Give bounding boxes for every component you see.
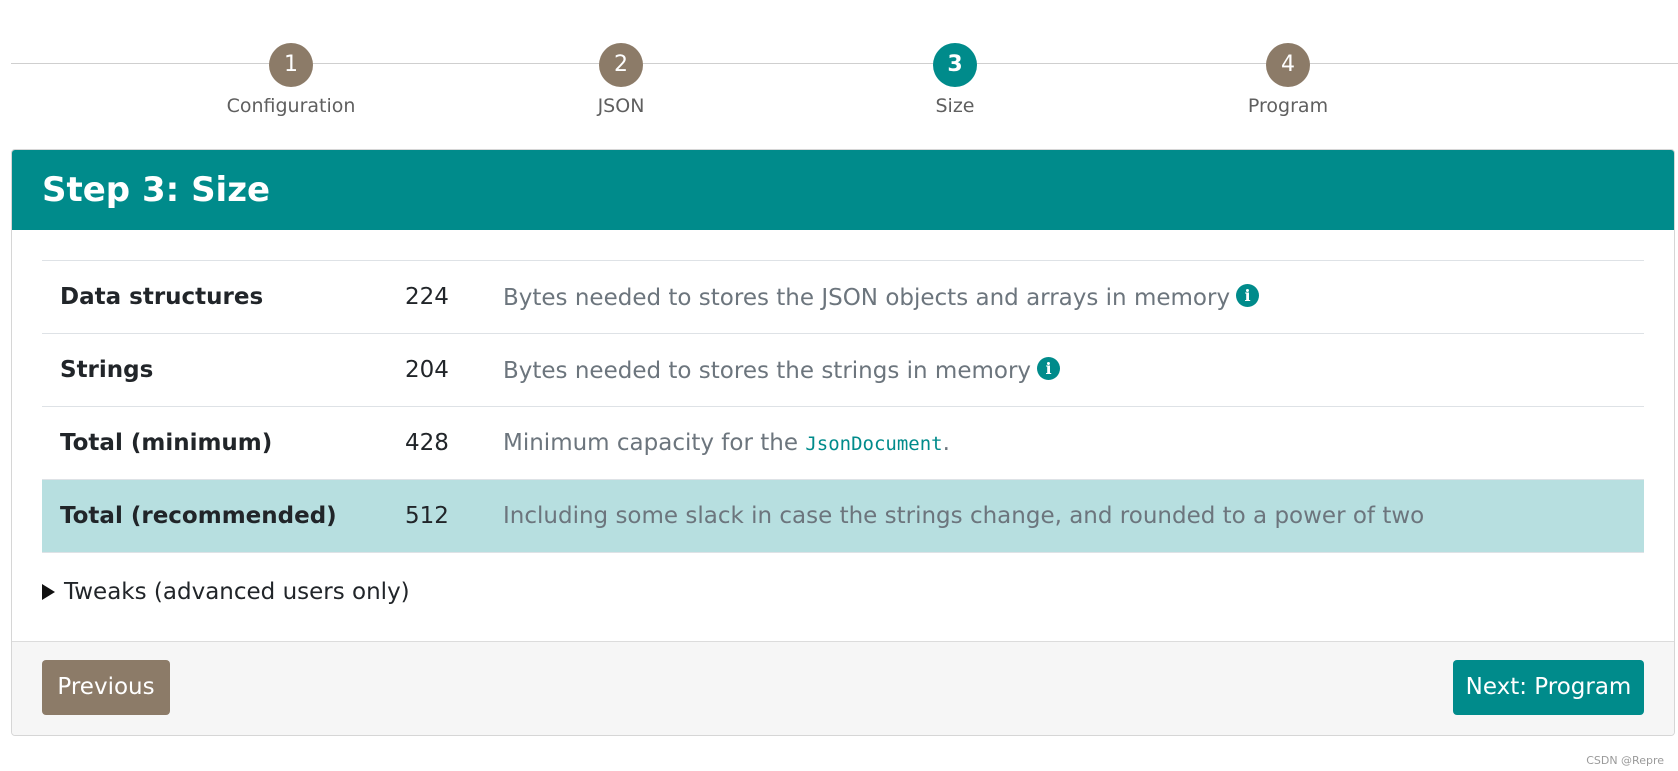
step-label: JSON bbox=[597, 95, 645, 117]
size-table: Data structures 224 Bytes needed to stor… bbox=[42, 260, 1644, 553]
step-json[interactable]: 2 JSON bbox=[501, 43, 741, 117]
row-value: 224 bbox=[404, 260, 502, 334]
table-row: Total (minimum) 428 Minimum capacity for… bbox=[42, 406, 1644, 480]
table-row: Strings 204 Bytes needed to stores the s… bbox=[42, 333, 1644, 407]
table-row-recommended: Total (recommended) 512 Including some s… bbox=[42, 479, 1644, 553]
row-name: Total (recommended) bbox=[42, 479, 404, 553]
row-description-cell: Bytes needed to stores the strings in me… bbox=[502, 333, 1644, 407]
wizard-stepper: 1 Configuration 2 JSON 3 Size 4 Program bbox=[11, 0, 1678, 150]
info-icon[interactable]: i bbox=[1236, 283, 1260, 307]
card-footer: Previous Next: Program bbox=[12, 641, 1674, 735]
step-label: Size bbox=[935, 95, 975, 117]
tweaks-label: Tweaks (advanced users only) bbox=[64, 579, 410, 605]
step-label: Configuration bbox=[226, 95, 356, 117]
step-number-circle: 4 bbox=[1266, 43, 1310, 87]
step-size[interactable]: 3 Size bbox=[835, 43, 1075, 117]
step-program[interactable]: 4 Program bbox=[1168, 43, 1408, 117]
row-name: Strings bbox=[42, 333, 404, 407]
disclosure-triangle-icon bbox=[42, 584, 55, 600]
row-description: Minimum capacity for the bbox=[503, 430, 806, 456]
row-name: Total (minimum) bbox=[42, 406, 404, 480]
code-snippet: JsonDocument bbox=[805, 433, 943, 455]
row-name: Data structures bbox=[42, 260, 404, 334]
size-card: Step 3: Size Data structures 224 Bytes n… bbox=[11, 149, 1675, 736]
step-number-circle: 2 bbox=[599, 43, 643, 87]
step-configuration[interactable]: 1 Configuration bbox=[171, 43, 411, 117]
row-description: Bytes needed to stores the JSON objects … bbox=[503, 284, 1231, 311]
previous-button[interactable]: Previous bbox=[42, 660, 170, 715]
row-description-suffix: . bbox=[942, 430, 950, 456]
row-value: 428 bbox=[404, 406, 502, 480]
row-value: 512 bbox=[404, 479, 502, 553]
card-title: Step 3: Size bbox=[12, 150, 1674, 230]
tweaks-toggle[interactable]: Tweaks (advanced users only) bbox=[42, 579, 1644, 605]
step-number-circle: 1 bbox=[269, 43, 313, 87]
row-description-cell: Minimum capacity for the JsonDocument. bbox=[502, 406, 1644, 480]
card-body: Data structures 224 Bytes needed to stor… bbox=[12, 230, 1674, 605]
row-value: 204 bbox=[404, 333, 502, 407]
watermark: CSDN @Repre bbox=[1586, 754, 1664, 767]
row-description: Including some slack in case the strings… bbox=[502, 479, 1644, 553]
table-row: Data structures 224 Bytes needed to stor… bbox=[42, 260, 1644, 334]
row-description: Bytes needed to stores the strings in me… bbox=[503, 357, 1032, 384]
row-description-cell: Bytes needed to stores the JSON objects … bbox=[502, 260, 1644, 334]
info-icon[interactable]: i bbox=[1037, 356, 1061, 380]
next-program-button[interactable]: Next: Program bbox=[1453, 660, 1644, 715]
step-number-circle: 3 bbox=[933, 43, 977, 87]
step-label: Program bbox=[1247, 95, 1329, 117]
